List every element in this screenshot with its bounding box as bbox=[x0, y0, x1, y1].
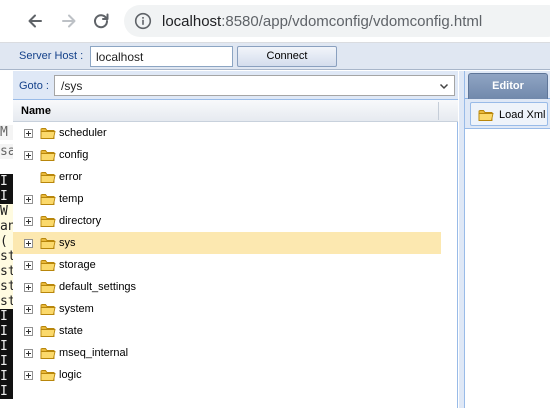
background-window-text: Msa I I Wan (st st st st I I I I I I bbox=[0, 118, 13, 408]
server-host-input[interactable] bbox=[90, 46, 233, 67]
editor-panel: Editor Load Xml bbox=[464, 71, 550, 408]
tree-node-label: config bbox=[59, 149, 89, 161]
tree-node[interactable]: config bbox=[13, 144, 441, 166]
folder-icon bbox=[40, 194, 56, 205]
folder-icon bbox=[40, 282, 56, 293]
expand-plus-icon[interactable] bbox=[24, 151, 33, 160]
background-text-line: I bbox=[0, 174, 13, 189]
reload-button[interactable] bbox=[89, 9, 113, 33]
name-column-header[interactable]: Name bbox=[13, 100, 458, 122]
tree-node-label: mseq_internal bbox=[59, 347, 129, 359]
folder-icon bbox=[478, 110, 494, 121]
expand-plus-icon[interactable] bbox=[24, 371, 33, 380]
info-icon[interactable] bbox=[134, 12, 152, 30]
expand-plus-icon[interactable] bbox=[24, 349, 33, 358]
background-text-line: sa bbox=[0, 144, 13, 159]
folder-icon bbox=[40, 238, 56, 249]
folder-icon bbox=[40, 172, 56, 183]
goto-select[interactable]: /sys bbox=[54, 75, 455, 96]
folder-icon bbox=[40, 260, 56, 271]
background-text-line: ( bbox=[0, 234, 13, 249]
goto-value: /sys bbox=[61, 79, 83, 93]
tree-node-label: directory bbox=[59, 215, 102, 227]
column-resize-handle[interactable] bbox=[438, 102, 439, 120]
tree-node[interactable]: error bbox=[13, 166, 441, 188]
background-text-line: I bbox=[0, 369, 13, 384]
load-xml-label: Load Xml bbox=[499, 109, 546, 121]
expand-plus-icon[interactable] bbox=[24, 129, 33, 138]
expand-plus-icon[interactable] bbox=[24, 217, 33, 226]
tree-node[interactable]: state bbox=[13, 320, 441, 342]
background-text-line: M bbox=[0, 125, 13, 140]
load-xml-button[interactable]: Load Xml bbox=[470, 102, 548, 126]
background-text-line: I bbox=[0, 309, 13, 324]
tree-node-label: storage bbox=[59, 259, 96, 271]
tree-node[interactable]: temp bbox=[13, 188, 441, 210]
editor-tabbar: Editor bbox=[465, 71, 550, 99]
tree-node[interactable]: directory bbox=[13, 210, 441, 232]
folder-icon bbox=[40, 216, 56, 227]
column-header-label: Name bbox=[21, 105, 51, 117]
background-text-line: st bbox=[0, 249, 13, 264]
background-text-line: I bbox=[0, 384, 13, 399]
tree-node[interactable]: mseq_internal bbox=[13, 342, 441, 364]
browser-toolbar: localhost:8580/app/vdomconfig/vdomconfig… bbox=[0, 0, 550, 43]
tree-node[interactable]: system bbox=[13, 298, 441, 320]
folder-icon bbox=[40, 348, 56, 359]
editor-toolbar: Load Xml bbox=[465, 99, 550, 129]
back-arrow-icon bbox=[28, 14, 42, 28]
background-text-line: I bbox=[0, 339, 13, 354]
folder-icon bbox=[40, 150, 56, 161]
tree-node-label: system bbox=[59, 303, 94, 315]
expand-plus-icon[interactable] bbox=[24, 327, 33, 336]
folder-icon bbox=[40, 128, 56, 139]
background-text-line: W bbox=[0, 204, 13, 219]
folder-icon bbox=[40, 370, 56, 381]
folder-icon bbox=[40, 304, 56, 315]
navigator-panel: Goto : /sys Name scheduler config error tem… bbox=[13, 71, 458, 408]
tree-node-label: scheduler bbox=[59, 127, 107, 139]
forward-arrow-icon bbox=[62, 14, 76, 28]
expand-plus-icon[interactable] bbox=[24, 239, 33, 248]
tree-node-label: sys bbox=[59, 237, 76, 249]
background-text-line: I bbox=[0, 354, 13, 369]
chevron-down-icon[interactable] bbox=[438, 80, 450, 92]
background-text-line: I bbox=[0, 189, 13, 204]
url-path: :8580/app/vdomconfig/vdomconfig.html bbox=[221, 12, 483, 30]
back-button[interactable] bbox=[23, 9, 47, 33]
tree-node-label: default_settings bbox=[59, 281, 137, 293]
background-text-line: I bbox=[0, 324, 13, 339]
reload-icon bbox=[94, 13, 109, 29]
tree-node[interactable]: default_settings bbox=[13, 276, 441, 298]
expand-plus-icon[interactable] bbox=[24, 261, 33, 270]
address-bar[interactable]: localhost:8580/app/vdomconfig/vdomconfig… bbox=[124, 5, 550, 37]
forward-button[interactable] bbox=[57, 9, 81, 33]
background-text-line: st bbox=[0, 294, 13, 309]
tree-node-label: state bbox=[59, 325, 83, 337]
tree-node[interactable]: sys bbox=[13, 232, 441, 254]
goto-label: Goto : bbox=[19, 80, 49, 92]
folder-icon bbox=[40, 326, 56, 337]
tab-editor[interactable]: Editor bbox=[468, 73, 548, 99]
background-text-line: an bbox=[0, 219, 13, 234]
tree-node-label: logic bbox=[59, 369, 82, 381]
goto-bar: Goto : /sys bbox=[13, 71, 458, 100]
server-bar: Server Host : Connect bbox=[0, 43, 550, 70]
expand-plus-icon[interactable] bbox=[24, 305, 33, 314]
tree-node[interactable]: storage bbox=[13, 254, 441, 276]
tree-node[interactable]: logic bbox=[13, 364, 441, 386]
background-text-line: st bbox=[0, 279, 13, 294]
connect-button[interactable]: Connect bbox=[237, 46, 337, 67]
tree-node[interactable]: scheduler bbox=[13, 122, 441, 144]
tree-node-label: temp bbox=[59, 193, 84, 205]
tree-node-label: error bbox=[59, 171, 83, 183]
url-host: localhost bbox=[162, 12, 222, 30]
server-host-label: Server Host : bbox=[19, 50, 84, 62]
url-text: localhost:8580/app/vdomconfig/vdomconfig… bbox=[162, 13, 482, 30]
expand-plus-icon[interactable] bbox=[24, 283, 33, 292]
expand-plus-icon[interactable] bbox=[24, 195, 33, 204]
background-text-line: st bbox=[0, 264, 13, 279]
